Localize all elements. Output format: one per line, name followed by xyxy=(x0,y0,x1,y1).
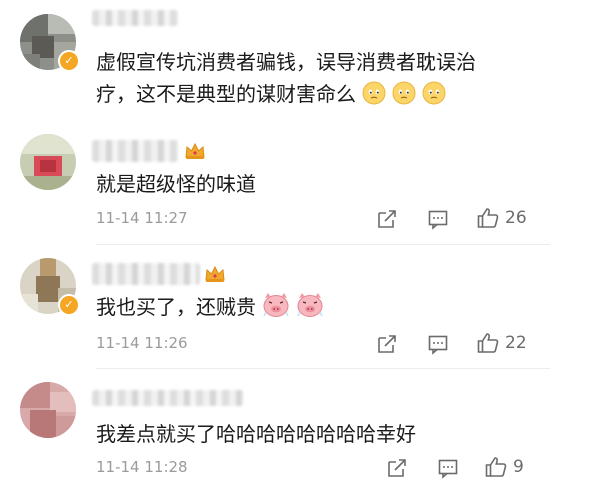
comment-icon xyxy=(428,210,448,230)
username-blurred[interactable] xyxy=(92,140,178,162)
share-button[interactable] xyxy=(376,207,398,231)
comment-button[interactable] xyxy=(437,456,459,480)
slightly-frowning-face-icon xyxy=(362,81,386,114)
comment-button[interactable] xyxy=(427,207,449,231)
like-button[interactable]: 22 xyxy=(476,331,527,355)
share-icon xyxy=(378,335,396,353)
thumbs-up-icon xyxy=(477,333,499,353)
comment-timestamp: 11-14 11:27 xyxy=(96,209,188,227)
comment-icon xyxy=(428,335,448,355)
comment-text: 我差点就买了哈哈哈哈哈哈哈哈幸好 xyxy=(96,422,416,446)
share-button[interactable] xyxy=(386,456,408,480)
comment-button[interactable] xyxy=(427,332,449,356)
crown-icon xyxy=(185,142,205,159)
comment-list: ✓ 虚假宣传坑消费者骗钱，误导消费者耽误治 疗，这不是典型的谋财害命么 就是超级… xyxy=(0,0,596,494)
thumbs-up-icon xyxy=(477,208,499,228)
like-button[interactable]: 26 xyxy=(476,206,527,230)
comment-text-line: 疗，这不是典型的谋财害命么 xyxy=(96,78,476,114)
comment-text-line: 虚假宣传坑消费者骗钱，误导消费者耽误治 xyxy=(96,50,476,74)
verified-badge-icon: ✓ xyxy=(58,294,80,316)
pig-face-icon xyxy=(262,292,290,327)
divider xyxy=(96,368,550,369)
pig-face-icon xyxy=(296,292,324,327)
username-blurred[interactable] xyxy=(92,390,244,406)
comment-text-segment: 疗，这不是典型的谋财害命么 xyxy=(96,82,356,106)
comment-text: 就是超级怪的味道 xyxy=(96,172,256,196)
comment-timestamp: 11-14 11:28 xyxy=(96,458,188,476)
comment-text: 我也买了，还贼贵 xyxy=(96,291,324,327)
avatar[interactable] xyxy=(20,382,76,438)
comment-icon xyxy=(438,459,458,479)
share-icon xyxy=(388,459,406,477)
crown-icon xyxy=(205,265,225,282)
share-button[interactable] xyxy=(376,332,398,356)
share-icon xyxy=(378,210,396,228)
username-blurred[interactable] xyxy=(92,263,200,285)
like-count: 26 xyxy=(505,208,527,228)
comment-timestamp: 11-14 11:26 xyxy=(96,334,188,352)
slightly-frowning-face-icon xyxy=(392,81,416,114)
avatar[interactable] xyxy=(20,134,76,190)
like-count: 22 xyxy=(505,333,527,353)
comment-text-segment: 我也买了，还贼贵 xyxy=(96,295,256,319)
divider xyxy=(96,244,550,245)
comment-text: 虚假宣传坑消费者骗钱，误导消费者耽误治 疗，这不是典型的谋财害命么 xyxy=(96,46,476,114)
slightly-frowning-face-icon xyxy=(422,81,446,114)
verified-badge-icon: ✓ xyxy=(58,50,80,72)
thumbs-up-icon xyxy=(485,457,507,477)
like-count: 9 xyxy=(513,457,524,477)
like-button[interactable]: 9 xyxy=(484,455,524,479)
username-blurred[interactable] xyxy=(92,10,178,26)
